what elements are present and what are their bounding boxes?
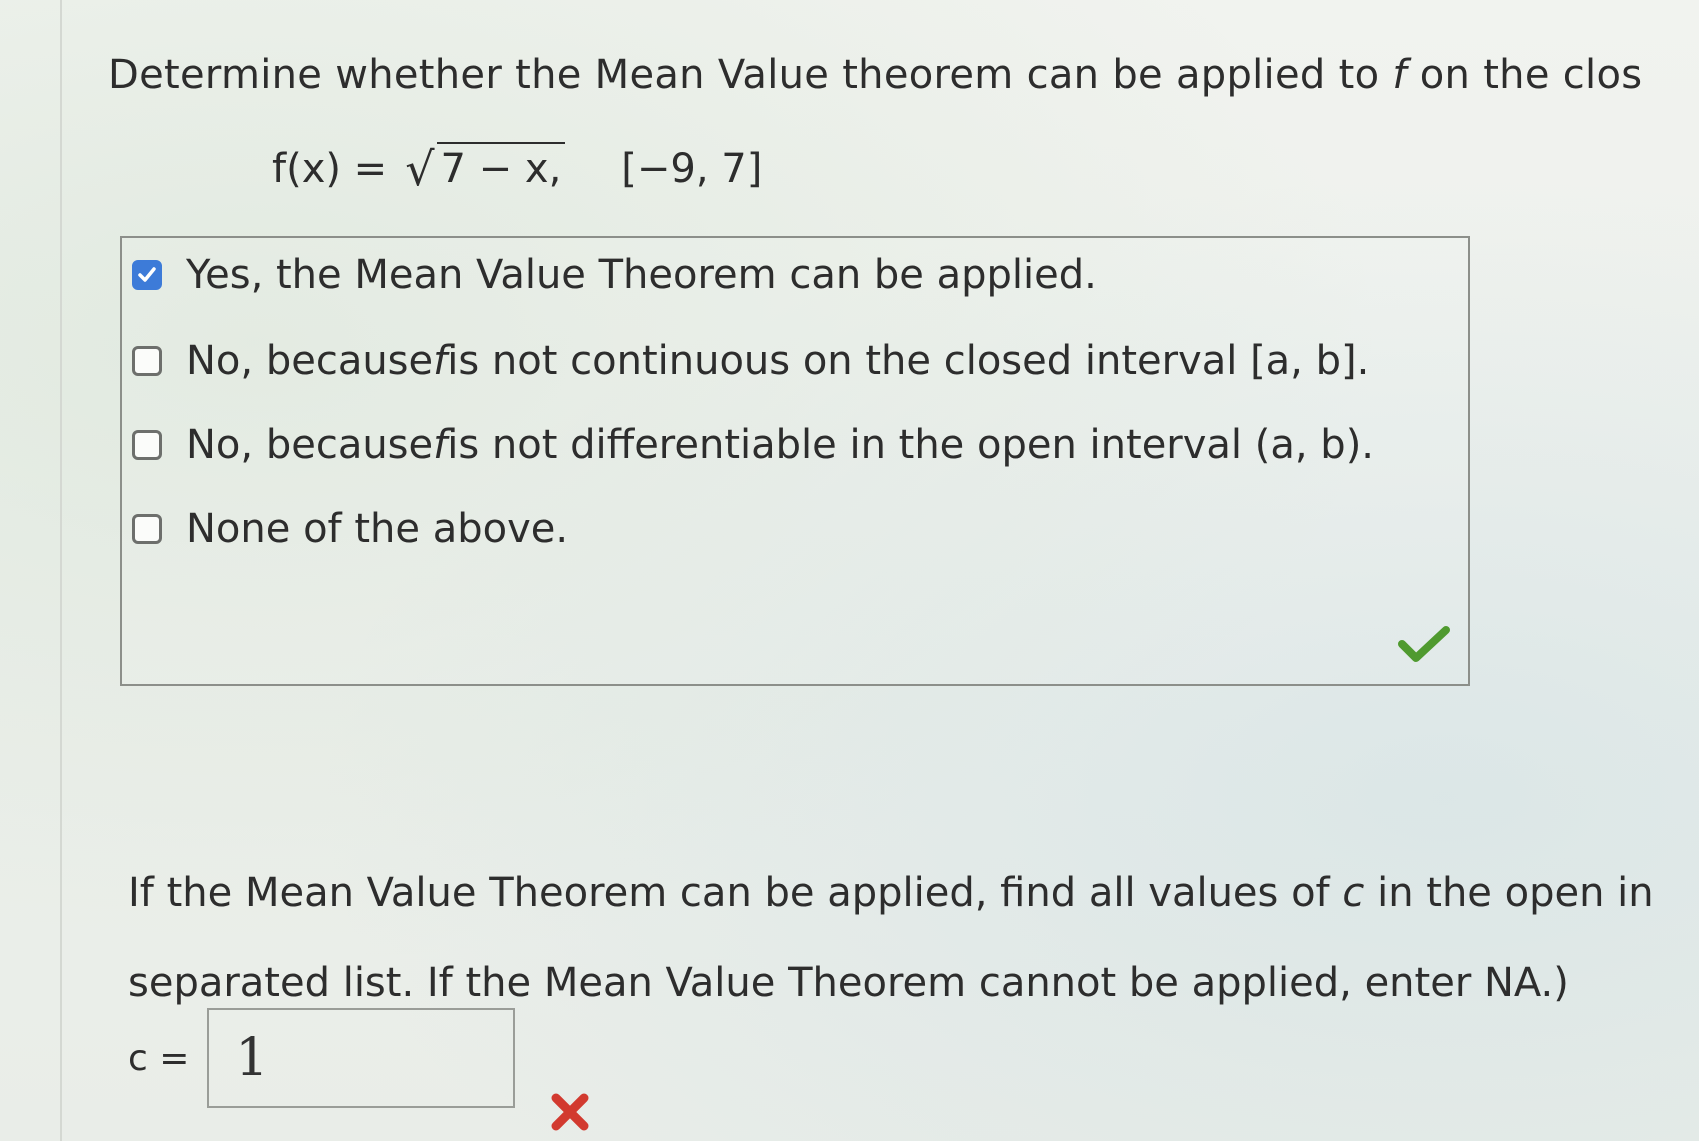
option-label-prefix: No, because (186, 422, 434, 468)
page-edge-divider (60, 0, 62, 1141)
option-label-prefix: No, because (186, 338, 434, 384)
checkbox-unchecked-icon[interactable] (132, 346, 162, 376)
part2-question: If the Mean Value Theorem can be applied… (128, 870, 1654, 1006)
option-none-of-above[interactable]: None of the above. (132, 506, 568, 552)
option-not-differentiable[interactable]: No, because f is not differentiable in t… (132, 422, 1374, 468)
option-label-var: f (433, 338, 448, 384)
option-not-continuous[interactable]: No, because f is not continuous on the c… (132, 338, 1369, 384)
answer-options-box: Yes, the Mean Value Theorem can be appli… (120, 236, 1470, 686)
answer-row: c = (128, 1008, 516, 1108)
option-label-suffix: is not continuous on the closed interval… (447, 338, 1370, 384)
c-label: c = (128, 1037, 190, 1079)
option-none-label: None of the above. (186, 506, 569, 552)
option-label-suffix: is not differentiable in the open interv… (447, 422, 1375, 468)
formula-lhs: f(x) = (272, 146, 388, 192)
c-answer-input[interactable] (207, 1008, 516, 1108)
formula-interval: [−9, 7] (621, 146, 763, 192)
incorrect-x-icon (551, 1093, 589, 1131)
checkbox-unchecked-icon[interactable] (132, 514, 162, 544)
function-formula: f(x) = √ 7 − x, [−9, 7] (272, 142, 762, 192)
option-yes-label: Yes, the Mean Value Theorem can be appli… (186, 252, 1097, 298)
checkbox-checked-icon[interactable] (132, 260, 162, 290)
question-title: Determine whether the Mean Value theorem… (108, 52, 1643, 98)
option-label-var: f (433, 422, 448, 468)
checkbox-unchecked-icon[interactable] (132, 430, 162, 460)
option-yes[interactable]: Yes, the Mean Value Theorem can be appli… (132, 252, 1097, 298)
formula-radicand: 7 − x, (436, 142, 566, 192)
sqrt-icon: √ (405, 142, 435, 196)
correct-check-icon (1398, 626, 1450, 662)
